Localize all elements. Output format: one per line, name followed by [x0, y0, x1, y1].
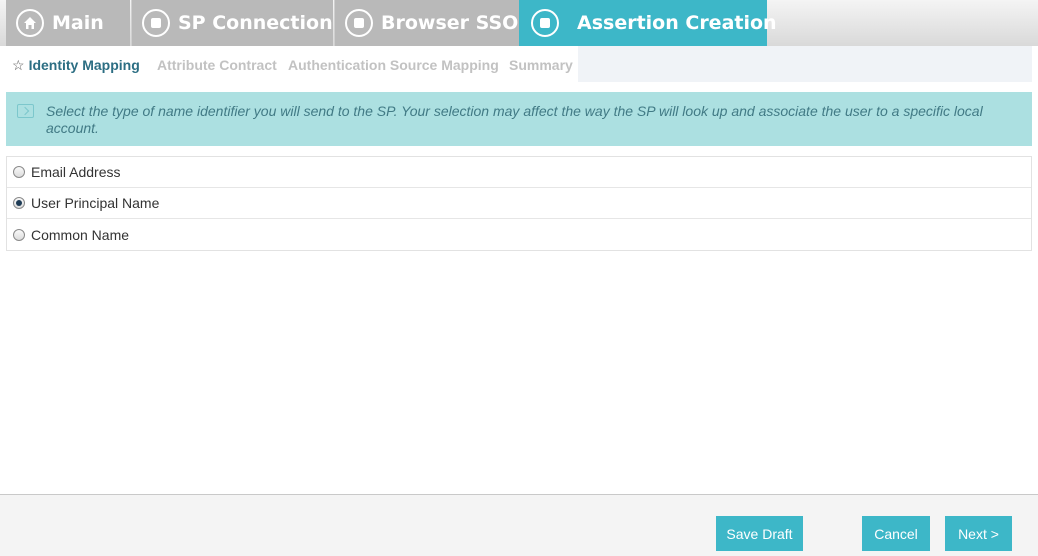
option-label: Email Address: [31, 164, 121, 180]
footer-bar: Save Draft Cancel Next >: [0, 494, 1038, 556]
info-icon: [17, 104, 34, 118]
next-button[interactable]: Next >: [945, 516, 1012, 551]
tab-browser-sso[interactable]: Browser SSO: [334, 0, 519, 46]
tab-assertion-creation[interactable]: Assertion Creation: [519, 0, 777, 46]
save-draft-button[interactable]: Save Draft: [716, 516, 803, 551]
tab-main[interactable]: Main: [6, 0, 130, 46]
info-text: Select the type of name identifier you w…: [46, 103, 983, 136]
subtab-attribute-contract[interactable]: Attribute Contract: [157, 57, 277, 73]
home-icon: [16, 9, 44, 37]
tab-sp-connection-label: SP Connection: [178, 12, 333, 34]
option-common-name[interactable]: Common Name: [7, 219, 1031, 250]
radio-common-name[interactable]: [13, 228, 25, 241]
cancel-button[interactable]: Cancel: [862, 516, 930, 551]
tab-browser-sso-label: Browser SSO: [381, 12, 519, 34]
tab-main-label: Main: [52, 12, 104, 34]
stop-icon: [345, 9, 373, 37]
info-banner: Select the type of name identifier you w…: [6, 92, 1032, 146]
tab-sp-connection[interactable]: SP Connection: [131, 0, 333, 46]
top-navigation: Main SP Connection Browser SSO Assertion…: [0, 0, 1038, 46]
radio-user-principal-name[interactable]: [13, 197, 25, 209]
tab-assertion-creation-label: Assertion Creation: [577, 12, 777, 34]
stop-icon: [531, 9, 559, 37]
name-identifier-options: Email Address User Principal Name Common…: [6, 156, 1032, 251]
star-icon: ☆: [12, 57, 25, 73]
stop-icon: [142, 9, 170, 37]
subtab-summary[interactable]: Summary: [509, 57, 573, 73]
subtab-identity-mapping-label: Identity Mapping: [28, 57, 140, 73]
option-user-principal-name[interactable]: User Principal Name: [7, 188, 1031, 219]
subtab-identity-mapping[interactable]: ☆ Identity Mapping: [12, 57, 140, 74]
sub-navigation: ☆ Identity Mapping Attribute Contract Aut…: [0, 46, 1038, 82]
option-email-address[interactable]: Email Address: [7, 157, 1031, 188]
radio-email-address[interactable]: [13, 166, 25, 178]
subtab-authentication-source-mapping[interactable]: Authentication Source Mapping: [288, 57, 499, 73]
option-label: User Principal Name: [31, 195, 160, 211]
option-label: Common Name: [31, 226, 130, 243]
